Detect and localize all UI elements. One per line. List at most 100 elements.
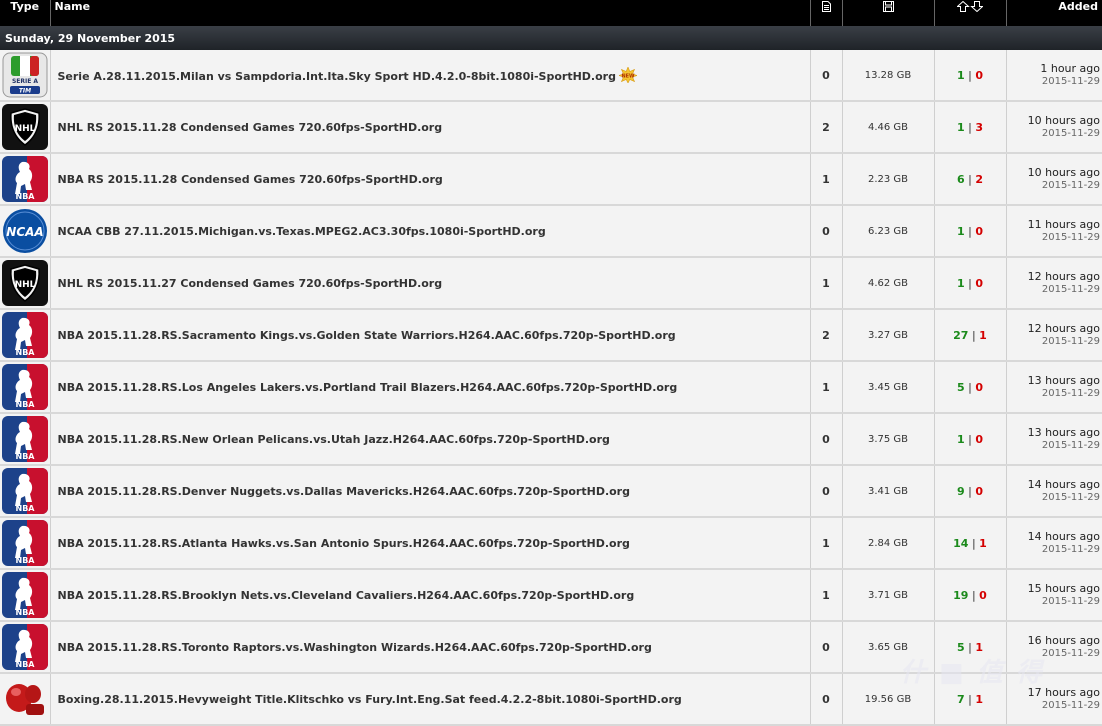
table-row: NCAA NCAA CBB 27.11.2015.Michigan.vs.Tex… [0,205,1102,258]
torrent-name-link[interactable]: NBA RS 2015.11.28 Condensed Games 720.60… [58,173,443,186]
added-cell: 13 hours ago 2015-11-29 [1006,413,1102,466]
arrows-up-down-icon [957,1,983,12]
seeders-count: 19 [953,588,969,602]
leechers-count: 0 [975,484,983,498]
leechers-count: 0 [975,224,983,238]
peers-separator: | [964,432,976,446]
files-count: 0 [810,621,843,674]
seeders-count: 9 [956,484,965,498]
torrent-name-link[interactable]: NBA 2015.11.28.RS.Brooklyn Nets.vs.Cleve… [58,589,635,602]
files-count: 0 [810,465,843,518]
type-cell[interactable]: NBA [0,465,51,518]
column-header-size[interactable] [841,0,934,26]
svg-text:NEW: NEW [621,74,635,80]
seeders-count: 1 [956,432,965,446]
type-cell[interactable]: NHL [0,101,51,154]
type-cell[interactable]: NCAA [0,205,51,258]
peers-separator: | [964,380,976,394]
torrent-name-link[interactable]: NBA 2015.11.28.RS.Los Angeles Lakers.vs.… [58,381,678,394]
table-row: NBA NBA 2015.11.28.RS.Los Angeles Lakers… [0,361,1102,414]
leechers-count: 3 [975,120,983,134]
type-cell[interactable]: NBA [0,621,51,674]
seeders-count: 1 [956,276,965,290]
added-date: 2015-11-29 [1041,596,1100,607]
svg-text:NBA: NBA [15,608,35,617]
file-icon [821,1,831,12]
type-cell[interactable] [0,673,51,726]
leechers-count: 0 [975,276,983,290]
size-value: 6.23 GB [842,205,935,258]
torrent-name-link[interactable]: NBA 2015.11.28.RS.Denver Nuggets.vs.Dall… [58,485,630,498]
leechers-count: 1 [975,692,983,706]
leechers-count: 1 [975,640,983,654]
name-cell: Boxing.28.11.2015.Hevyweight Title.Klits… [50,673,811,726]
svg-text:NBA: NBA [15,192,35,201]
nhl-logo: NHL [1,260,48,306]
nba-logo: NBA [1,312,48,358]
added-ago: 13 hours ago [1027,374,1100,387]
seeders-count: 1 [956,224,965,238]
peers-separator: | [964,172,976,186]
nba-logo: NBA [1,624,48,670]
added-ago: 12 hours ago [1027,322,1100,335]
leechers-count: 2 [975,172,983,186]
torrent-name-link[interactable]: NBA 2015.11.28.RS.New Orlean Pelicans.vs… [58,433,610,446]
type-cell[interactable]: NBA [0,569,51,622]
column-header-peers[interactable] [933,0,1006,26]
files-count: 0 [810,205,843,258]
added-ago: 10 hours ago [1027,166,1100,179]
added-cell: 15 hours ago 2015-11-29 [1006,569,1102,622]
files-count: 0 [810,673,843,726]
table-row: NBA NBA RS 2015.11.28 Condensed Games 72… [0,153,1102,206]
peers-separator: | [964,120,976,134]
nba-logo: NBA [1,520,48,566]
added-date: 2015-11-29 [1041,76,1100,87]
type-cell[interactable]: NBA [0,413,51,466]
size-value: 3.75 GB [842,413,935,466]
torrent-name-link[interactable]: NBA 2015.11.28.RS.Toronto Raptors.vs.Was… [58,641,652,654]
peers-cell: 1 | 0 [934,50,1007,102]
peers-cell: 1 | 0 [934,413,1007,466]
nba-logo: NBA [1,468,48,514]
peers-cell: 9 | 0 [934,465,1007,518]
torrent-name-link[interactable]: NBA 2015.11.28.RS.Sacramento Kings.vs.Go… [58,329,676,342]
peers-separator: | [968,536,980,550]
type-cell[interactable]: NHL [0,257,51,310]
name-cell: NHL RS 2015.11.27 Condensed Games 720.60… [50,257,811,310]
files-count: 1 [810,361,843,414]
seeders-count: 27 [953,328,969,342]
torrent-name-link[interactable]: NCAA CBB 27.11.2015.Michigan.vs.Texas.MP… [58,225,546,238]
seeders-count: 5 [956,380,965,394]
torrent-name-link[interactable]: NBA 2015.11.28.RS.Atlanta Hawks.vs.San A… [58,537,630,550]
column-header-added[interactable]: Added [1005,0,1102,26]
added-ago: 13 hours ago [1027,426,1100,439]
type-cell[interactable]: NBA [0,517,51,570]
column-header-name[interactable]: Name [49,0,810,26]
added-ago: 15 hours ago [1027,582,1100,595]
size-value: 3.65 GB [842,621,935,674]
size-value: 13.28 GB [842,50,935,102]
svg-text:NBA: NBA [15,660,35,669]
type-cell[interactable]: NBA [0,309,51,362]
table-row: NHL NHL RS 2015.11.28 Condensed Games 72… [0,101,1102,154]
peers-cell: 5 | 0 [934,361,1007,414]
torrent-name-link[interactable]: Serie A.28.11.2015.Milan vs Sampdoria.In… [58,70,616,83]
name-cell: NBA 2015.11.28.RS.Atlanta Hawks.vs.San A… [50,517,811,570]
name-cell: NBA 2015.11.28.RS.Sacramento Kings.vs.Go… [50,309,811,362]
torrent-name-link[interactable]: NHL RS 2015.11.28 Condensed Games 720.60… [58,121,443,134]
added-date: 2015-11-29 [1041,128,1100,139]
type-cell[interactable]: NBA [0,361,51,414]
type-cell[interactable]: NBA [0,153,51,206]
torrent-name-link[interactable]: Boxing.28.11.2015.Hevyweight Title.Klits… [58,693,682,706]
svg-text:NBA: NBA [15,348,35,357]
peers-separator: | [964,484,976,498]
size-value: 3.45 GB [842,361,935,414]
peers-separator: | [964,276,976,290]
files-count: 0 [810,50,843,102]
torrent-table: Type Name Added Sunday, 29 November 2015… [0,0,1102,726]
added-date: 2015-11-29 [1041,388,1100,399]
column-header-type[interactable]: Type [0,0,50,26]
column-header-files[interactable] [809,0,842,26]
torrent-name-link[interactable]: NHL RS 2015.11.27 Condensed Games 720.60… [58,277,443,290]
type-cell[interactable]: SERIE A TIM [0,50,51,102]
